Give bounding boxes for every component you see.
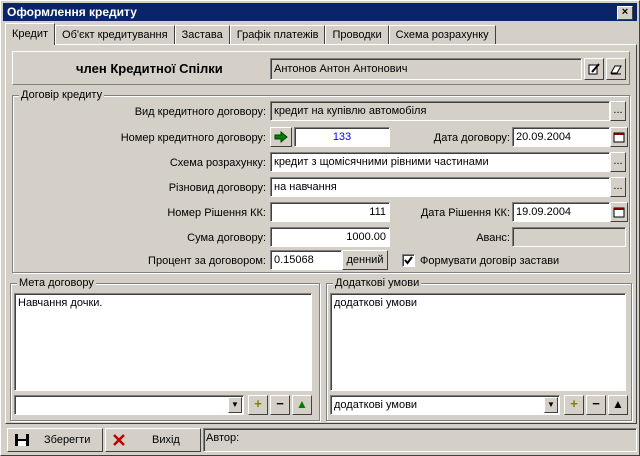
member-label: член Кредитної Спілки <box>76 61 223 76</box>
red-x-icon <box>113 434 125 446</box>
tab-credit[interactable]: Кредит <box>5 23 56 45</box>
next-number-button[interactable] <box>270 127 292 147</box>
edit-icon <box>588 63 600 75</box>
tab-postings[interactable]: Проводки <box>325 25 389 45</box>
advance-label: Аванс: <box>476 232 510 244</box>
scheme-label: Схема розрахунку: <box>169 157 266 169</box>
arrow-up-icon: ▲ <box>296 397 308 411</box>
plus-icon: + <box>254 396 262 411</box>
calendar-icon <box>613 132 625 143</box>
chevron-down-icon: ▼ <box>547 400 555 409</box>
extra-conditions-textarea[interactable]: додаткові умови <box>330 293 626 391</box>
member-field[interactable]: Антонов Антон Антонович <box>270 58 582 80</box>
eraser-icon <box>610 65 622 75</box>
sum-field[interactable]: 1000.00 <box>270 227 390 247</box>
author-label: Автор: <box>206 432 240 444</box>
purpose-group-title: Мета договору <box>17 277 96 289</box>
extra-remove-button[interactable]: − <box>586 395 606 415</box>
contract-kind-select-button[interactable]: ... <box>610 177 626 197</box>
contract-type-field[interactable]: кредит на купівлю автомобіля <box>270 101 610 121</box>
decision-number-field[interactable]: 111 <box>270 202 390 222</box>
purpose-combo-dropdown[interactable]: ▼ <box>228 397 242 413</box>
clear-member-button[interactable] <box>606 58 626 80</box>
advance-field[interactable] <box>512 227 626 247</box>
extra-conditions-combo[interactable]: додаткові умови <box>330 395 560 415</box>
exit-button-label: Вихід <box>152 434 180 446</box>
close-button[interactable]: × <box>617 6 633 20</box>
edit-member-button[interactable] <box>584 58 604 80</box>
pledge-checkbox-label: Формувати договір застави <box>420 255 560 267</box>
decision-number-label: Номер Рішення КК: <box>167 207 266 219</box>
close-icon: × <box>621 6 629 18</box>
decision-date-label: Дата Рішення КК: <box>420 207 510 219</box>
checkmark-icon <box>404 256 413 265</box>
credit-panel: член Кредитної Спілки Антонов Антон Анто… <box>5 44 637 424</box>
decision-date-field[interactable]: 19.09.2004 <box>512 202 610 222</box>
tab-credit-object[interactable]: Об'єкт кредитування <box>55 25 175 45</box>
chevron-down-icon: ▼ <box>231 400 239 409</box>
purpose-up-button[interactable]: ▲ <box>292 395 312 415</box>
extra-add-button[interactable]: + <box>564 395 584 415</box>
contract-group-title: Договір кредиту <box>19 89 105 101</box>
contract-type-select-button[interactable]: ... <box>610 101 626 121</box>
rate-label: Процент за договором: <box>148 255 266 267</box>
author-panel: Автор: <box>203 428 637 452</box>
calendar-icon <box>613 207 625 218</box>
save-button[interactable]: Зберегти <box>7 428 103 452</box>
purpose-textarea[interactable]: Навчання дочки. <box>14 293 312 391</box>
rate-period-button[interactable]: денний <box>342 250 388 270</box>
arrow-right-icon <box>274 130 288 144</box>
minus-icon: − <box>276 396 284 411</box>
extra-up-button[interactable]: ▲ <box>608 395 628 415</box>
extra-conditions-group-title: Додаткові умови <box>333 277 422 289</box>
pledge-checkbox[interactable] <box>402 254 415 267</box>
contract-number-field[interactable]: 133 <box>294 127 390 147</box>
window-title: Оформлення кредиту <box>7 5 137 19</box>
main-window: Оформлення кредиту × Кредит Об'єкт креди… <box>0 0 640 456</box>
purpose-combo[interactable] <box>14 395 244 415</box>
rate-field[interactable]: 0.15068 <box>270 250 342 270</box>
arrow-up-icon: ▲ <box>612 397 624 411</box>
contract-kind-label: Різновид договору: <box>168 182 266 194</box>
decision-date-picker-button[interactable] <box>610 202 628 222</box>
purpose-add-button[interactable]: + <box>248 395 268 415</box>
save-button-label: Зберегти <box>44 434 91 446</box>
contract-kind-field[interactable]: на навчання <box>270 177 610 197</box>
scheme-select-button[interactable]: ... <box>610 152 626 172</box>
contract-type-label: Вид кредитного договору: <box>134 106 266 118</box>
plus-icon: + <box>570 396 578 411</box>
contract-number-label: Номер кредитного договору: <box>120 132 266 144</box>
contract-date-picker-button[interactable] <box>610 127 628 147</box>
tab-strip: Кредит Об'єкт кредитування Застава Графі… <box>5 23 496 45</box>
floppy-disk-icon <box>15 434 29 447</box>
contract-date-label: Дата договору: <box>433 132 510 144</box>
scheme-field[interactable]: кредит з щомісячними рівними частинами <box>270 152 610 172</box>
contract-date-field[interactable]: 20.09.2004 <box>512 127 610 147</box>
minus-icon: − <box>592 396 600 411</box>
tab-payment-schedule[interactable]: Графік платежів <box>229 25 326 45</box>
purpose-remove-button[interactable]: − <box>270 395 290 415</box>
title-bar: Оформлення кредиту × <box>3 3 637 21</box>
exit-button[interactable]: Вихід <box>105 428 201 452</box>
extra-combo-dropdown[interactable]: ▼ <box>544 397 558 413</box>
sum-label: Сума договору: <box>187 232 266 244</box>
tab-pledge[interactable]: Застава <box>174 25 230 45</box>
tab-calc-scheme[interactable]: Схема розрахунку <box>388 25 496 45</box>
